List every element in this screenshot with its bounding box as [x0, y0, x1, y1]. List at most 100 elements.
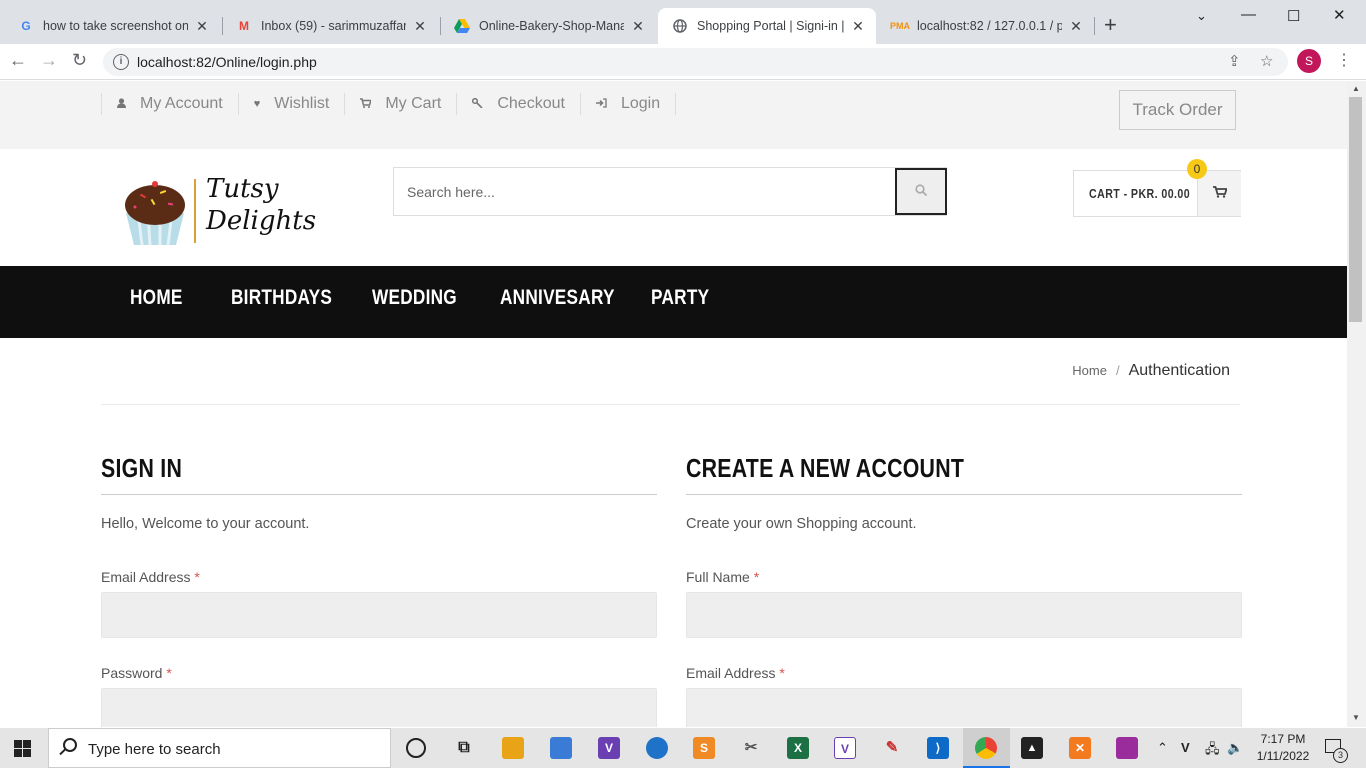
- create-account-heading: CREATE A NEW ACCOUNT: [686, 453, 965, 483]
- microsoft-store-icon[interactable]: [550, 737, 572, 759]
- cart-total: CART - PKR. 00.00: [1089, 187, 1191, 201]
- system-clock[interactable]: 7:17 PM 1/11/2022: [1251, 731, 1315, 765]
- close-window-icon[interactable]: ✕: [1333, 6, 1346, 24]
- my-cart-link[interactable]: My Cart: [344, 93, 456, 115]
- cortana-icon[interactable]: [406, 738, 426, 758]
- email-label-text: Email Address: [101, 569, 191, 585]
- tab-search-icon[interactable]: ⌄: [1196, 8, 1207, 24]
- heart-icon: ♥: [253, 98, 261, 110]
- tab-gmail[interactable]: M Inbox (59) - sarimmuzaffar14 ✕: [222, 8, 438, 44]
- windows-start-icon[interactable]: [14, 740, 31, 757]
- my-account-link[interactable]: My Account: [101, 93, 238, 115]
- full-name-label-text: Full Name: [686, 569, 750, 585]
- search-button[interactable]: [895, 168, 947, 215]
- vpn-icon[interactable]: V: [1181, 740, 1190, 755]
- nav-birthdays[interactable]: BIRTHDAYS: [231, 286, 332, 310]
- bookmark-star-icon[interactable]: ☆: [1260, 52, 1273, 70]
- user-icon: [117, 97, 126, 111]
- xampp-icon[interactable]: ✕: [1069, 737, 1091, 759]
- share-icon[interactable]: ⇪: [1228, 52, 1241, 70]
- clock-time: 7:17 PM: [1260, 732, 1306, 746]
- checkout-link[interactable]: Checkout: [456, 93, 580, 115]
- winrar-icon[interactable]: [1116, 737, 1138, 759]
- sign-in-icon: [595, 97, 607, 111]
- breadcrumb-separator: /: [1115, 363, 1120, 378]
- breadcrumb-home[interactable]: Home: [1072, 363, 1107, 378]
- create-account-panel: CREATE A NEW ACCOUNT Create your own Sho…: [686, 453, 1242, 727]
- site-logo[interactable]: Tutsy Delights: [120, 169, 316, 249]
- close-tab-icon[interactable]: ✕: [850, 18, 866, 35]
- show-hidden-icons[interactable]: ⌃: [1157, 740, 1168, 756]
- sign-in-email-input[interactable]: [102, 593, 656, 637]
- taskbar-search[interactable]: Type here to search: [48, 728, 391, 768]
- visual-paradigm-icon[interactable]: V: [834, 737, 856, 759]
- scroll-up-icon[interactable]: ▲: [1352, 84, 1360, 93]
- nav-wedding[interactable]: WEDDING: [372, 286, 457, 310]
- tab-title: Shopping Portal | Signi-in | Sh: [697, 19, 844, 33]
- logo-divider: [194, 179, 196, 243]
- tab-shopping-portal[interactable]: Shopping Portal | Signi-in | Sh ✕: [658, 8, 876, 44]
- app-icon[interactable]: [646, 737, 668, 759]
- taskbar-search-text: Type here to search: [88, 741, 221, 758]
- reload-icon[interactable]: ↻: [72, 50, 87, 71]
- forward-icon[interactable]: →: [40, 50, 58, 71]
- minimize-icon[interactable]: —: [1241, 6, 1256, 23]
- tab-title: localhost:82 / 127.0.0.1 / pate: [917, 19, 1062, 33]
- track-order-button[interactable]: Track Order: [1119, 90, 1236, 130]
- full-name-input[interactable]: [687, 593, 1241, 637]
- sublime-text-icon[interactable]: S: [693, 737, 715, 759]
- photos-icon[interactable]: ▲: [1021, 737, 1043, 759]
- scrollbar-thumb[interactable]: [1349, 97, 1362, 322]
- visual-studio-icon[interactable]: V: [598, 737, 620, 759]
- cart-count-badge: 0: [1187, 159, 1207, 179]
- nav-home[interactable]: HOME: [130, 286, 183, 310]
- sign-in-password-field: [101, 688, 657, 727]
- profile-avatar[interactable]: S: [1297, 49, 1321, 73]
- task-view-icon[interactable]: ⧉: [453, 737, 475, 759]
- sign-in-password-input[interactable]: [102, 689, 656, 727]
- login-link[interactable]: Login: [579, 93, 677, 115]
- register-email-input[interactable]: [687, 689, 1241, 727]
- sign-in-heading: SIGN IN: [101, 453, 183, 483]
- excel-icon[interactable]: X: [787, 737, 809, 759]
- register-email-field: [686, 688, 1242, 727]
- maximize-icon[interactable]: ☐: [1287, 7, 1300, 25]
- tab-title: how to take screenshot on pc: [43, 19, 188, 33]
- breadcrumb-current: Authentication: [1128, 362, 1230, 379]
- scroll-down-icon[interactable]: ▼: [1352, 713, 1360, 722]
- search-box: [393, 167, 947, 216]
- tab-google-search[interactable]: G how to take screenshot on pc ✕: [4, 8, 220, 44]
- address-bar[interactable]: i localhost:82/Online/login.php ⇪ ☆: [103, 48, 1288, 76]
- page-scrollbar[interactable]: ▲ ▼: [1347, 81, 1366, 727]
- required-marker: *: [779, 665, 785, 681]
- tools-icon[interactable]: ✂: [740, 737, 762, 759]
- cart-icon: [360, 97, 373, 111]
- new-tab-button[interactable]: +: [1104, 14, 1117, 36]
- close-tab-icon[interactable]: ✕: [194, 18, 210, 35]
- tab-google-drive[interactable]: Online-Bakery-Shop-Manage ✕: [440, 8, 656, 44]
- site-info-icon[interactable]: i: [113, 54, 129, 70]
- email-label: Email Address *: [101, 569, 657, 585]
- close-tab-icon[interactable]: ✕: [1068, 18, 1084, 35]
- search-input[interactable]: [394, 168, 894, 215]
- volume-icon[interactable]: 🔈: [1227, 740, 1243, 756]
- logo-line-1: Tutsy: [206, 174, 279, 204]
- close-tab-icon[interactable]: ✕: [630, 18, 646, 35]
- browser-toolbar: ← → ↻ i localhost:82/Online/login.php ⇪ …: [0, 44, 1366, 80]
- cart-widget[interactable]: CART - PKR. 00.00 0: [1073, 159, 1241, 217]
- paint-icon[interactable]: ✎: [881, 737, 903, 759]
- login-label: Login: [620, 95, 661, 112]
- required-marker: *: [194, 569, 200, 585]
- file-explorer-icon[interactable]: [502, 737, 524, 759]
- wishlist-link[interactable]: ♥ Wishlist: [237, 93, 345, 115]
- nav-anniversary[interactable]: ANNIVESARY: [500, 286, 615, 310]
- browser-menu-icon[interactable]: ⋮: [1336, 50, 1352, 70]
- close-tab-icon[interactable]: ✕: [412, 18, 428, 35]
- chrome-icon[interactable]: [975, 737, 997, 759]
- network-icon[interactable]: 🖧: [1205, 740, 1220, 762]
- vscode-icon[interactable]: ⟩: [927, 737, 949, 759]
- back-icon[interactable]: ←: [9, 50, 27, 71]
- shopping-cart-icon[interactable]: [1197, 171, 1241, 216]
- nav-party[interactable]: PARTY: [651, 286, 709, 310]
- tab-phpmyadmin[interactable]: PMA localhost:82 / 127.0.0.1 / pate ✕: [878, 8, 1094, 44]
